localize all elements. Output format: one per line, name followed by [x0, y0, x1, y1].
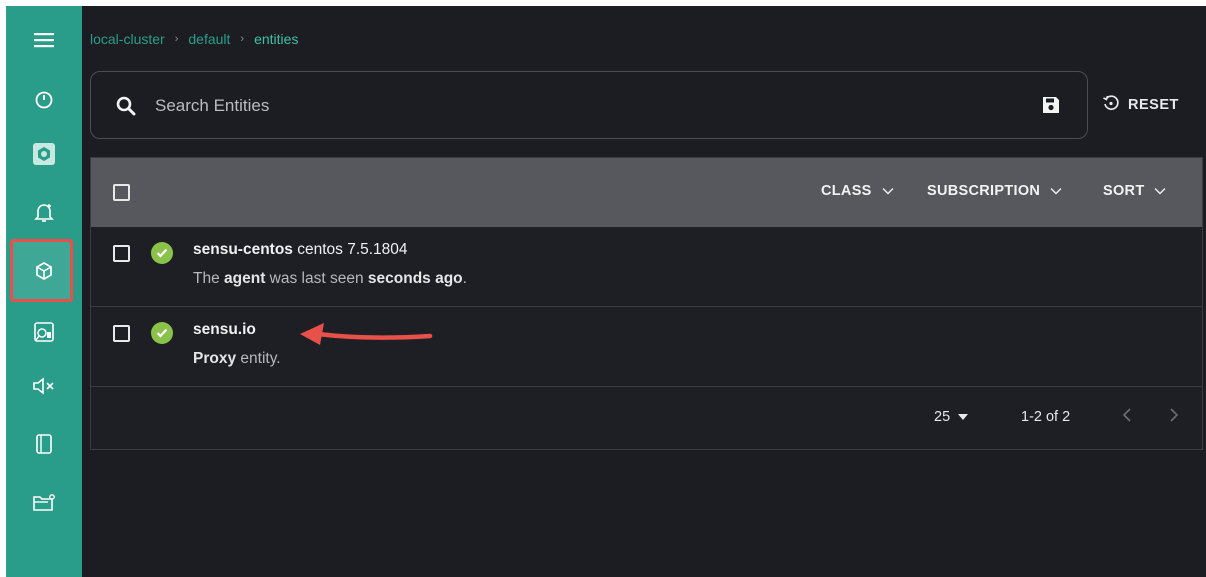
entity-title[interactable]: sensu.io	[193, 321, 256, 339]
breadcrumb-separator: ›	[174, 33, 179, 45]
menu-icon[interactable]	[6, 20, 82, 60]
search-input[interactable]: Search Entities	[90, 71, 1088, 139]
handlers-icon[interactable]	[6, 424, 82, 464]
entities-icon[interactable]	[6, 251, 82, 291]
status-ok-icon	[151, 242, 173, 264]
class-filter[interactable]: CLASS	[821, 183, 894, 199]
reset-button[interactable]: RESET	[1102, 94, 1179, 116]
page-info: 1-2 of 2	[1021, 409, 1071, 425]
entity-name: sensu.io	[193, 321, 256, 338]
breadcrumb-separator: ›	[240, 33, 245, 45]
entity-os: centos 7.5.1804	[297, 241, 408, 258]
entity-title[interactable]: sensu-centos centos 7.5.1804	[193, 241, 408, 259]
row-checkbox[interactable]	[113, 245, 130, 262]
reset-label: RESET	[1128, 97, 1179, 113]
chevron-down-icon	[1050, 188, 1062, 195]
annotation-arrow	[300, 323, 433, 345]
page-size-select[interactable]: 25	[934, 409, 969, 425]
filters-icon[interactable]	[6, 312, 82, 352]
subscription-filter[interactable]: SUBSCRIPTION	[927, 183, 1062, 199]
chevron-right-icon	[1170, 408, 1179, 422]
chevron-down-icon	[1154, 188, 1166, 195]
breadcrumb-namespace[interactable]: default	[188, 31, 230, 47]
entity-name: sensu-centos	[193, 241, 293, 258]
reset-icon	[1102, 94, 1120, 116]
sort-label: SORT	[1103, 183, 1145, 199]
table-row[interactable]: sensu-centos centos 7.5.1804 The agent w…	[91, 227, 1202, 307]
entity-description: Proxy entity.	[193, 350, 281, 367]
list-header: CLASS SUBSCRIPTION SORT	[91, 158, 1202, 227]
entity-description: The agent was last seen seconds ago.	[193, 270, 467, 287]
row-checkbox[interactable]	[113, 325, 130, 342]
save-icon[interactable]	[1041, 95, 1061, 120]
class-filter-label: CLASS	[821, 183, 872, 199]
events-icon[interactable]	[6, 192, 82, 232]
caret-down-icon	[958, 414, 969, 420]
silences-icon[interactable]	[6, 366, 82, 406]
entities-list: CLASS SUBSCRIPTION SORT sensu-centos cen…	[90, 157, 1203, 450]
chevron-down-icon	[882, 188, 894, 195]
pagination: 25 1-2 of 2	[91, 387, 1202, 450]
search-icon	[115, 95, 137, 122]
checks-icon[interactable]	[6, 134, 82, 174]
select-all-checkbox[interactable]	[113, 184, 130, 201]
search-placeholder: Search Entities	[155, 96, 270, 115]
subscription-filter-label: SUBSCRIPTION	[927, 183, 1041, 199]
breadcrumb-current: entities	[254, 31, 299, 47]
table-row[interactable]: sensu.io Proxy entity.	[91, 307, 1202, 387]
page-size-value: 25	[934, 409, 951, 425]
status-ok-icon	[151, 322, 173, 344]
breadcrumb-cluster[interactable]: local-cluster	[90, 31, 165, 47]
breadcrumb: local-cluster › default › entities	[90, 31, 298, 47]
dashboard-icon[interactable]	[6, 80, 82, 120]
mutators-icon[interactable]	[6, 483, 82, 523]
chevron-left-icon	[1122, 408, 1131, 422]
next-page-button[interactable]	[1169, 407, 1179, 427]
sort-menu[interactable]: SORT	[1103, 183, 1166, 199]
previous-page-button[interactable]	[1122, 407, 1132, 427]
